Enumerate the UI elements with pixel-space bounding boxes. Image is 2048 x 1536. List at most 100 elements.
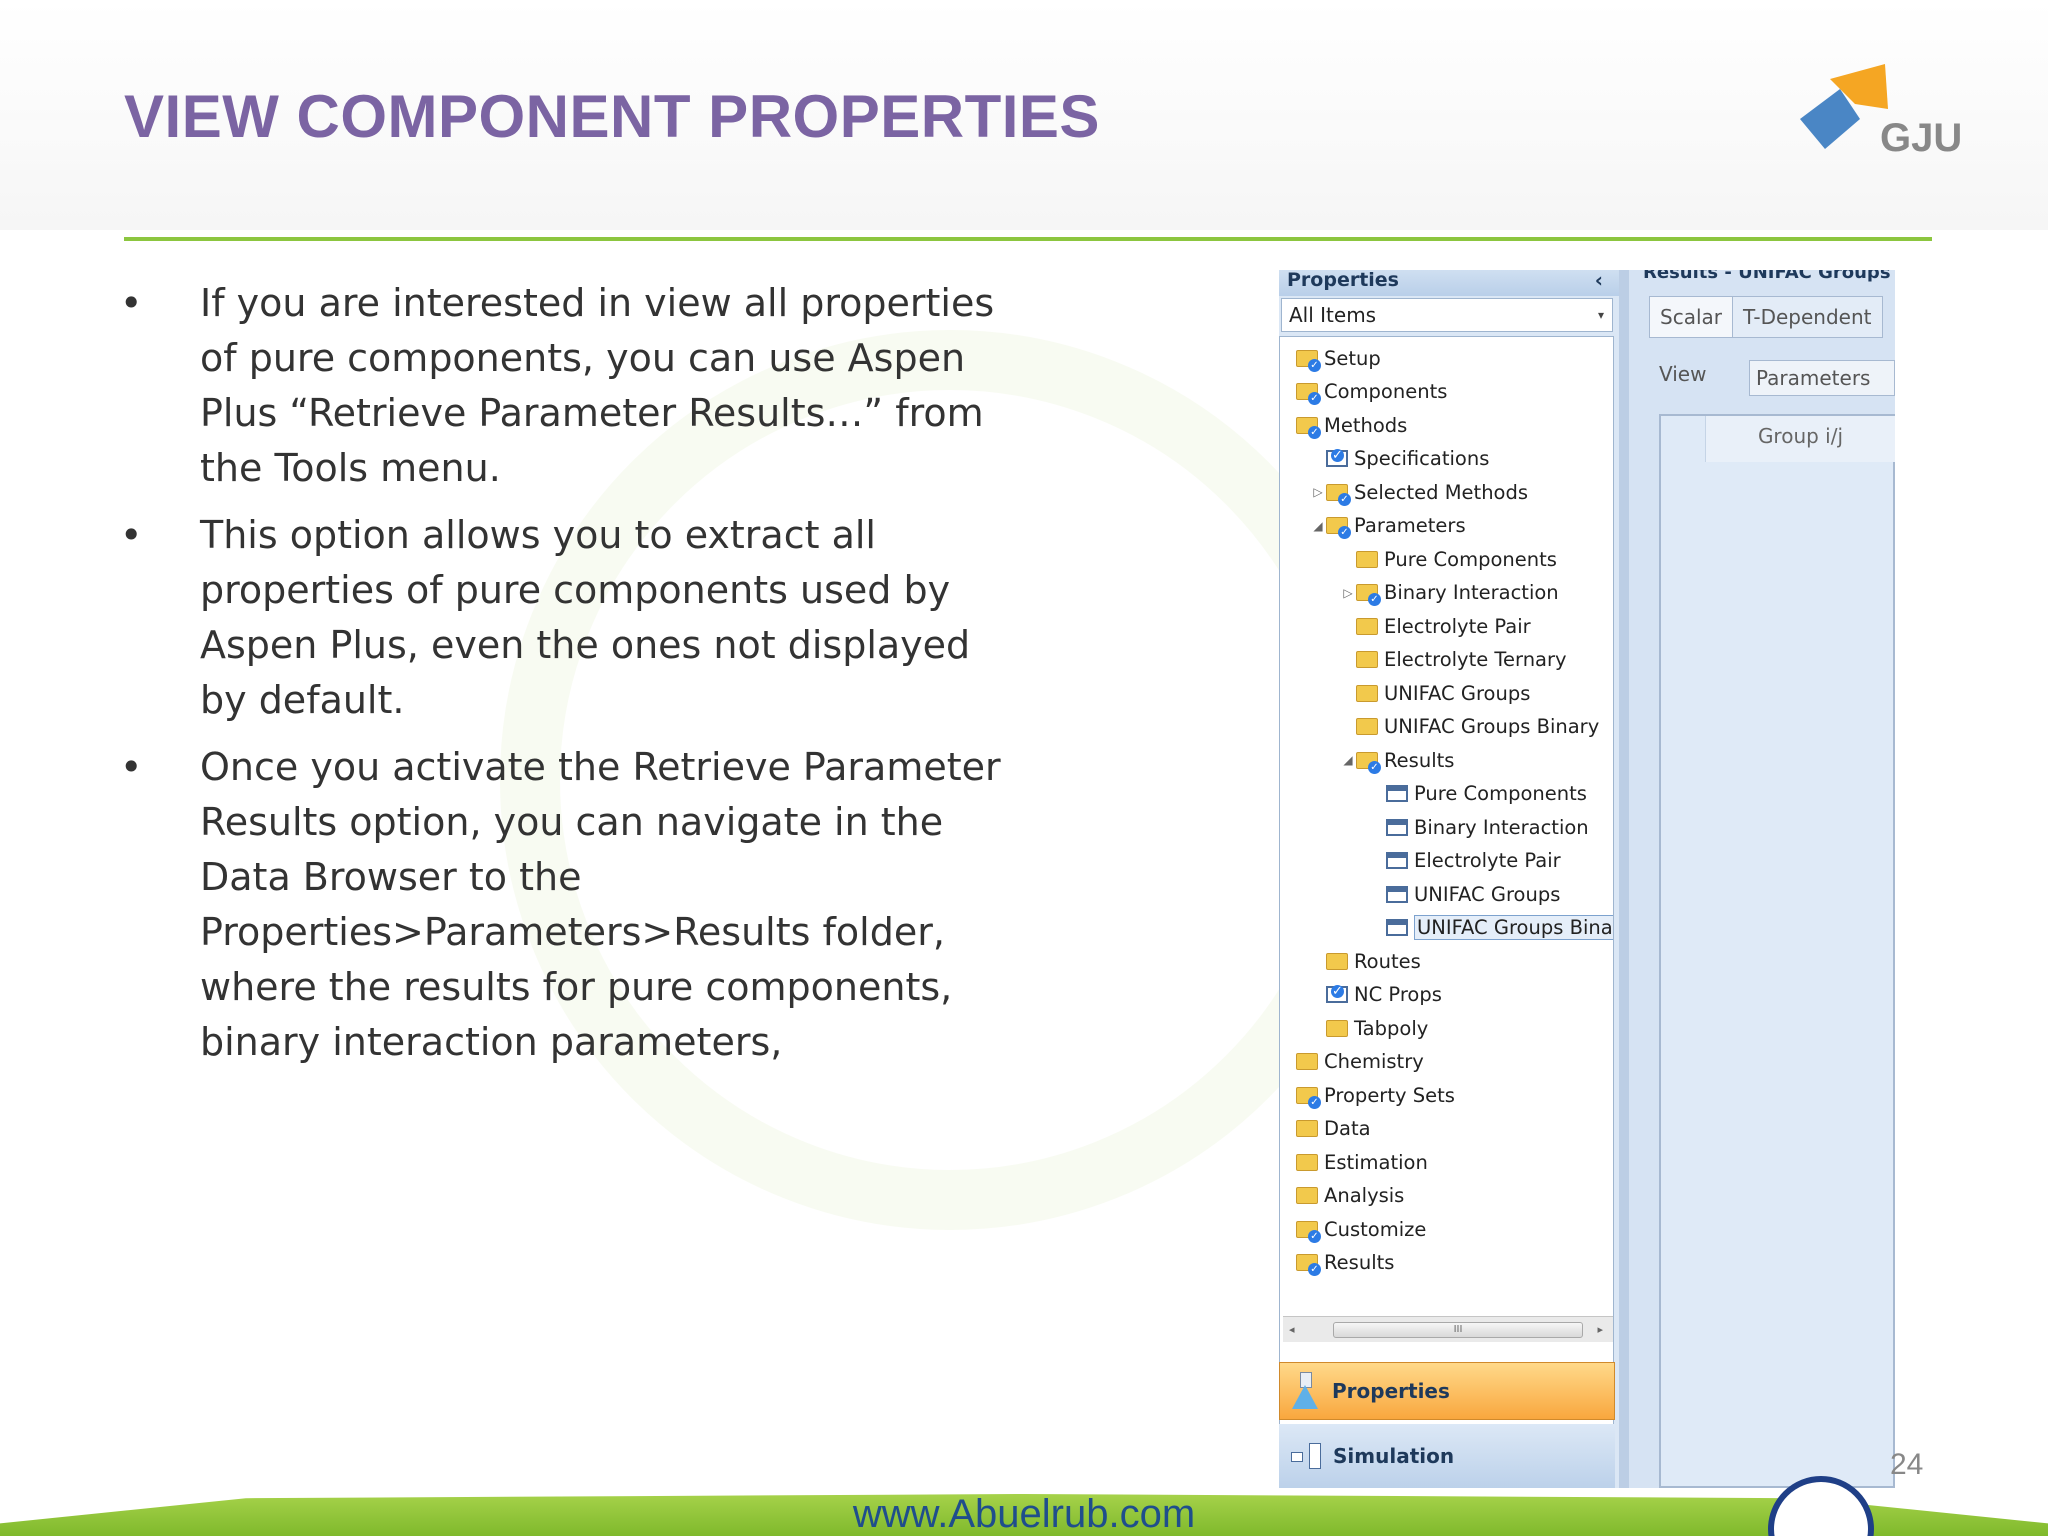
tree-item[interactable]: Estimation bbox=[1280, 1147, 1428, 1177]
pane-splitter[interactable] bbox=[1619, 270, 1629, 1488]
folder-icon bbox=[1296, 1053, 1318, 1070]
folder-check-icon bbox=[1356, 751, 1381, 774]
tree-item[interactable]: Specifications bbox=[1310, 444, 1489, 474]
folder-check-icon bbox=[1296, 349, 1321, 372]
bullet-text: Once you activate the Retrieve Parameter… bbox=[200, 745, 1001, 1064]
folder-check-icon bbox=[1326, 517, 1351, 539]
flowsheet-icon bbox=[1291, 1441, 1325, 1471]
view-select[interactable]: Parameters bbox=[1749, 360, 1895, 396]
tab-t-dependent[interactable]: T-Dependent bbox=[1732, 296, 1883, 338]
properties-button[interactable]: Properties bbox=[1279, 1362, 1615, 1420]
tree-item[interactable]: Components bbox=[1280, 377, 1447, 407]
tree-item-label: Electrolyte Pair bbox=[1414, 849, 1561, 872]
folder-check-icon bbox=[1326, 483, 1351, 506]
tree-item[interactable]: ▷ Selected Methods bbox=[1310, 477, 1528, 507]
tree-item[interactable]: Binary Interaction bbox=[1370, 812, 1589, 842]
bullet-item: • This option allows you to extract all … bbox=[116, 508, 1016, 728]
tree-item[interactable]: Tabpoly bbox=[1310, 1013, 1428, 1043]
expand-arrow-icon[interactable]: ▷ bbox=[1310, 485, 1326, 499]
tree-item[interactable]: ◢ Results bbox=[1340, 745, 1454, 775]
tab-scalar[interactable]: Scalar bbox=[1649, 296, 1733, 338]
simulation-button-label: Simulation bbox=[1333, 1444, 1455, 1468]
tree-item[interactable]: NC Props bbox=[1310, 980, 1442, 1010]
tree-item-label: Specifications bbox=[1354, 447, 1490, 470]
scroll-left-icon[interactable]: ◂ bbox=[1289, 1323, 1295, 1336]
tree-item[interactable]: Customize bbox=[1280, 1214, 1426, 1244]
folder-check-icon bbox=[1356, 584, 1381, 606]
tree-item-label: Pure Components bbox=[1384, 547, 1557, 571]
tree-item[interactable]: UNIFAC Groups bbox=[1370, 879, 1560, 909]
expand-arrow-icon[interactable]: ◢ bbox=[1340, 753, 1356, 767]
form-icon bbox=[1386, 852, 1408, 869]
tree-item[interactable]: Analysis bbox=[1280, 1181, 1404, 1211]
properties-button-label: Properties bbox=[1332, 1379, 1450, 1403]
chevron-down-icon: ▾ bbox=[1597, 308, 1604, 322]
tree-item[interactable]: Electrolyte Pair bbox=[1340, 611, 1531, 641]
page-number: 24 bbox=[1890, 1448, 1924, 1481]
form-icon bbox=[1386, 919, 1408, 936]
tree-item[interactable]: ◢ Parameters bbox=[1310, 511, 1466, 541]
tree-item-label: NC Props bbox=[1354, 983, 1442, 1006]
folder-icon bbox=[1356, 617, 1378, 635]
tree-item[interactable]: UNIFAC Groups Binary bbox=[1370, 913, 1613, 943]
tree-item[interactable]: Pure Components bbox=[1370, 779, 1587, 809]
form-icon bbox=[1386, 885, 1408, 903]
tree-item-label: Methods bbox=[1324, 413, 1408, 437]
tree-item[interactable]: Results bbox=[1280, 1248, 1394, 1278]
folder-icon bbox=[1356, 550, 1378, 568]
tree-item[interactable]: ▷ Binary Interaction bbox=[1340, 578, 1559, 608]
scroll-right-icon[interactable]: ▸ bbox=[1597, 1323, 1603, 1336]
folder-icon bbox=[1296, 1187, 1318, 1204]
bullet-item: • If you are interested in view all prop… bbox=[116, 276, 1016, 496]
folder-check-icon bbox=[1296, 1254, 1321, 1276]
view-label: View bbox=[1659, 362, 1707, 386]
tree-item[interactable]: Electrolyte Pair bbox=[1370, 846, 1561, 876]
footer-url[interactable]: www.Abuelrub.com bbox=[0, 1492, 2048, 1536]
tree-item-label: Customize bbox=[1324, 1217, 1427, 1241]
slide-title: VIEW COMPONENT PROPERTIES bbox=[124, 83, 1100, 150]
navigation-pane: Properties ‹ All Items ▾ Setup Components… bbox=[1279, 270, 1619, 1488]
checkbox-form-icon bbox=[1326, 985, 1348, 1003]
collapse-icon[interactable]: ‹ bbox=[1595, 270, 1603, 290]
tree-item[interactable]: Chemistry bbox=[1280, 1047, 1424, 1077]
tree-item[interactable]: UNIFAC Groups bbox=[1340, 678, 1530, 708]
title-divider bbox=[124, 237, 1932, 241]
bullet-text: If you are interested in view all proper… bbox=[200, 281, 995, 490]
folder-check-icon bbox=[1296, 383, 1321, 405]
bullet-item: • Once you activate the Retrieve Paramet… bbox=[116, 740, 1016, 1070]
tree-item[interactable]: Pure Components bbox=[1340, 544, 1557, 574]
parameter-grid: Group i/j bbox=[1659, 414, 1895, 1488]
scroll-thumb[interactable]: III bbox=[1333, 1322, 1583, 1338]
gju-logo: GJU bbox=[1800, 64, 1962, 174]
bullet-text: This option allows you to extract all pr… bbox=[200, 513, 971, 722]
tree-item[interactable]: Property Sets bbox=[1280, 1080, 1455, 1110]
tree-item-label: Analysis bbox=[1324, 1184, 1405, 1207]
expand-arrow-icon[interactable]: ▷ bbox=[1340, 586, 1356, 600]
expand-arrow-icon[interactable]: ◢ bbox=[1310, 519, 1326, 533]
tree-item[interactable]: Electrolyte Ternary bbox=[1340, 645, 1567, 675]
folder-icon bbox=[1356, 651, 1378, 668]
bullet-list: • If you are interested in view all prop… bbox=[116, 276, 1016, 1082]
folder-icon bbox=[1356, 718, 1378, 735]
tree-item-label: Selected Methods bbox=[1354, 480, 1529, 504]
tree-item[interactable]: Routes bbox=[1310, 946, 1421, 976]
results-form: Results - UNIFAC Groups Scalar T-Depende… bbox=[1629, 270, 1895, 1488]
horizontal-scrollbar[interactable]: ◂ III ▸ bbox=[1283, 1316, 1613, 1342]
folder-icon bbox=[1296, 1120, 1318, 1137]
tree-item[interactable]: Methods bbox=[1280, 410, 1407, 440]
form-header: Results - UNIFAC Groups bbox=[1643, 270, 1891, 283]
bullet-dot: • bbox=[120, 281, 143, 325]
tree-item-label: Binary Interaction bbox=[1414, 815, 1589, 839]
tree-item[interactable]: UNIFAC Groups Binary bbox=[1340, 712, 1599, 742]
tree-item-label: UNIFAC Groups bbox=[1414, 882, 1561, 906]
tree-item[interactable]: Data bbox=[1280, 1114, 1371, 1144]
tree-item-label: Data bbox=[1324, 1117, 1371, 1140]
filter-dropdown[interactable]: All Items ▾ bbox=[1281, 298, 1613, 332]
folder-icon bbox=[1326, 1019, 1348, 1037]
grid-column-header: Group i/j bbox=[1705, 416, 1895, 462]
tree-item[interactable]: Setup bbox=[1280, 343, 1381, 373]
simulation-button[interactable]: Simulation bbox=[1279, 1424, 1615, 1488]
folder-check-icon bbox=[1296, 1086, 1321, 1109]
form-icon bbox=[1386, 785, 1408, 802]
tree-item-label: Components bbox=[1324, 380, 1448, 403]
